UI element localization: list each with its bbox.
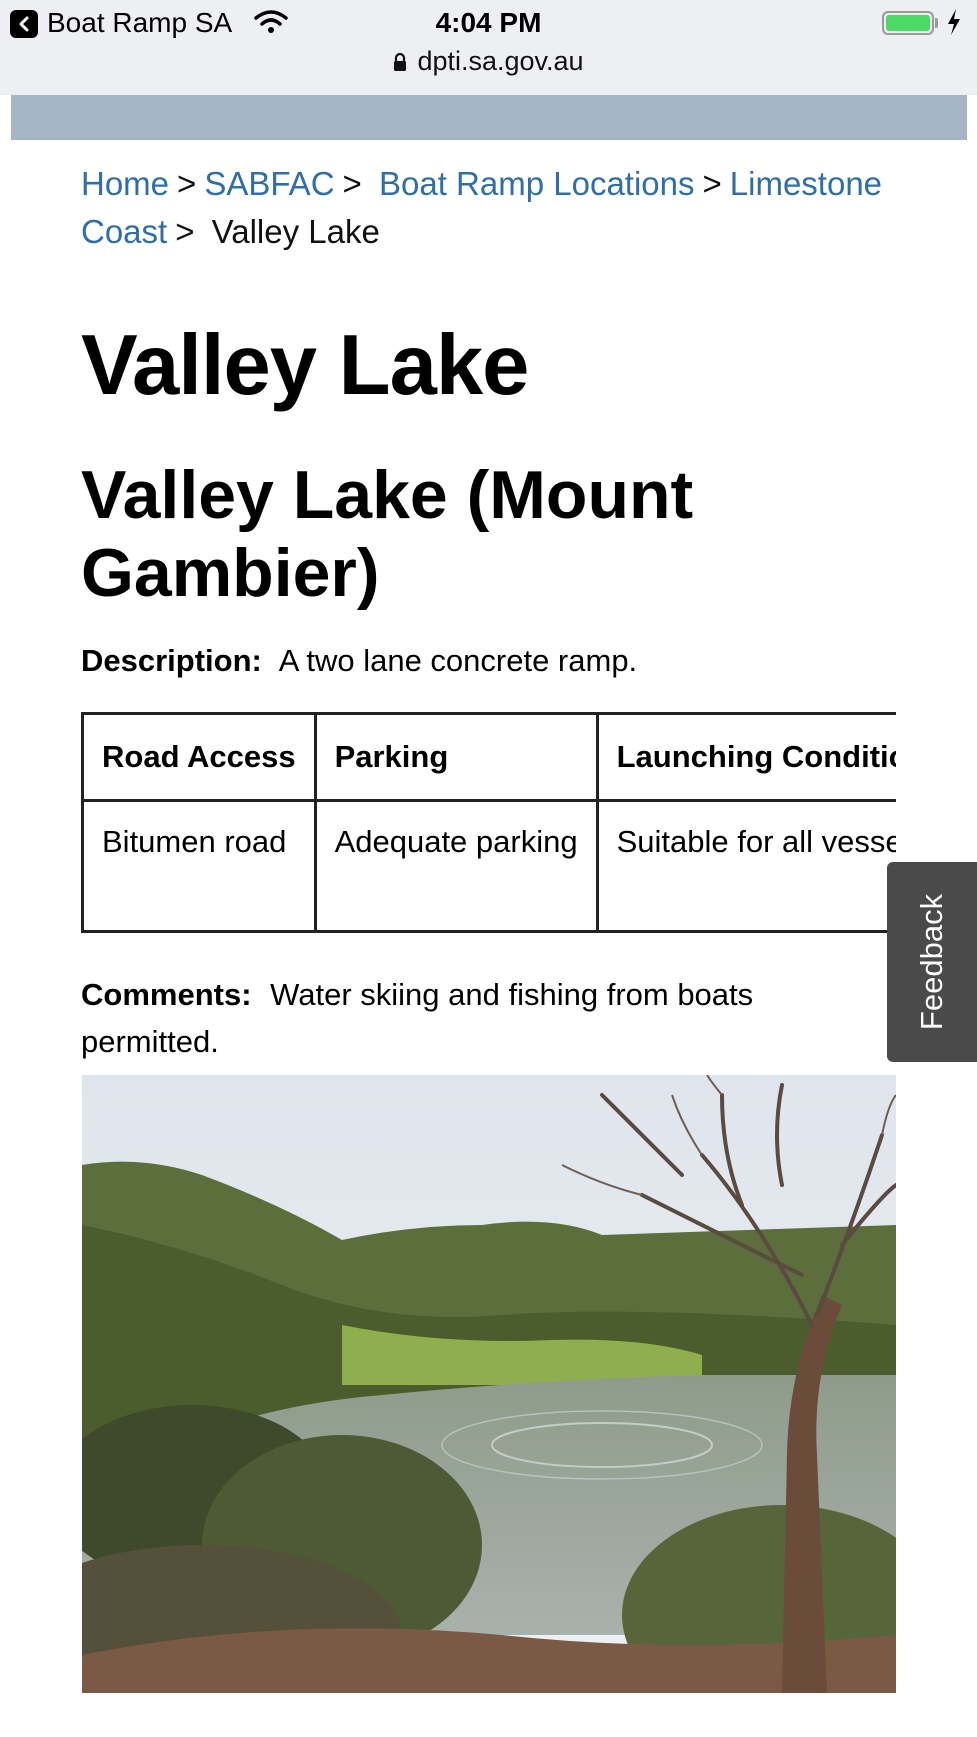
comments-label: Comments: bbox=[81, 977, 252, 1012]
breadcrumb-separator: > bbox=[702, 165, 722, 202]
feedback-label: Feedback bbox=[914, 893, 949, 1031]
breadcrumb: Home > SABFAC > Boat Ramp Locations > Limesto… bbox=[81, 160, 896, 256]
table-cell: Bitumen road bbox=[81, 799, 317, 933]
ramp-title: Valley Lake (Mount Gambier) bbox=[81, 457, 694, 611]
breadcrumb-boat-ramp-locations[interactable]: Boat Ramp Locations bbox=[379, 165, 695, 202]
charging-bolt-icon bbox=[948, 9, 960, 35]
battery-tip bbox=[935, 18, 938, 28]
battery-icon bbox=[882, 11, 934, 35]
description-label: Description: bbox=[81, 643, 262, 678]
breadcrumb-separator: > bbox=[175, 213, 195, 250]
url-text: dpti.sa.gov.au bbox=[417, 46, 584, 76]
description: Description: A two lane concrete ramp. bbox=[81, 640, 896, 682]
table-cell: Suitable for all vessels bbox=[595, 799, 896, 933]
breadcrumb-separator: > bbox=[342, 165, 362, 202]
table-row: Bitumen road Adequate parking Suitable f… bbox=[81, 799, 896, 933]
breadcrumb-current: Valley Lake bbox=[211, 213, 380, 250]
table-header-cell: Parking bbox=[313, 712, 599, 802]
lake-photo bbox=[82, 1075, 896, 1693]
description-text: A two lane concrete ramp. bbox=[278, 643, 638, 678]
breadcrumb-separator: > bbox=[177, 165, 197, 202]
page-title: Valley Lake bbox=[81, 318, 529, 413]
lock-icon bbox=[394, 52, 407, 71]
clock: 4:04 PM bbox=[435, 7, 542, 38]
table-header-cell: Road Access bbox=[81, 712, 317, 802]
feedback-tab[interactable]: Feedback bbox=[887, 862, 977, 1062]
ramp-details-table: Road Access Parking Launching Conditions… bbox=[81, 712, 896, 933]
table-header-cell: Launching Conditions bbox=[595, 712, 896, 802]
url-bar[interactable]: dpti.sa.gov.au bbox=[0, 46, 977, 77]
table-header-row: Road Access Parking Launching Conditions bbox=[81, 712, 896, 802]
comments: Comments: Water skiing and fishing from … bbox=[81, 971, 896, 1065]
ramp-table-scroll[interactable]: Road Access Parking Launching Conditions… bbox=[81, 712, 896, 933]
status-bar: Boat Ramp SA 4:04 PM dpti.sa.gov.au bbox=[0, 0, 977, 95]
main-content: Home > SABFAC > Boat Ramp Locations > Limesto… bbox=[81, 160, 896, 1065]
site-header-band bbox=[11, 95, 967, 140]
breadcrumb-sabfac[interactable]: SABFAC bbox=[204, 165, 334, 202]
breadcrumb-home[interactable]: Home bbox=[81, 165, 169, 202]
table-cell: Adequate parking bbox=[313, 799, 599, 933]
